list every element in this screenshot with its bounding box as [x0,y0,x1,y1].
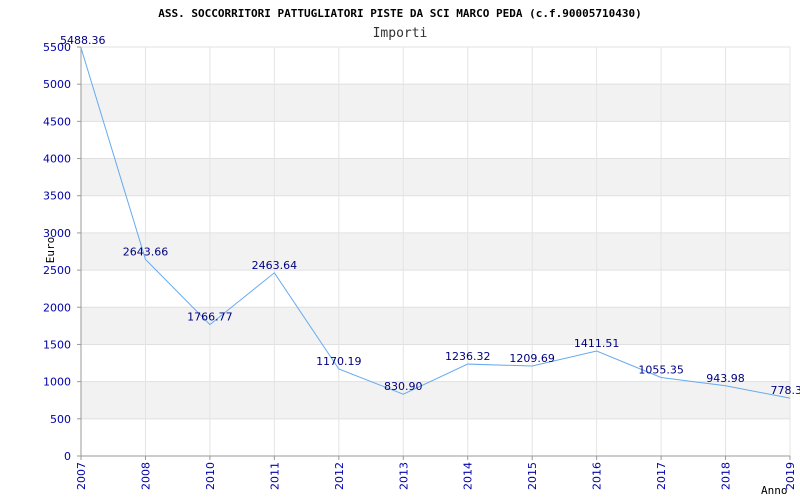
data-label: 1209.69 [509,352,555,365]
x-tick-label: 2008 [139,462,152,490]
y-tick-label: 1000 [43,376,71,389]
x-tick-label: 2007 [75,462,88,490]
grid-band [81,232,790,271]
data-label: 778.3 [771,384,800,397]
x-tick-label: 2010 [204,462,217,490]
data-label: 1170.19 [316,355,362,368]
y-tick-label: 5000 [43,78,71,91]
data-label: 2643.66 [123,245,169,258]
grid-band [81,84,790,122]
data-label: 830.90 [384,380,423,393]
y-tick-label: 500 [50,413,71,426]
x-tick-label: 2012 [333,462,346,490]
data-label: 1236.32 [445,350,491,363]
chart-subtitle: Importi [373,26,428,41]
grid-band [81,381,790,419]
y-tick-label: 4500 [43,115,71,128]
y-tick-label: 4000 [43,153,71,166]
data-label: 943.98 [706,372,745,385]
x-tick-label: 2013 [397,462,410,490]
x-tick-label: 2011 [268,462,281,490]
y-tick-label: 3500 [43,190,71,203]
data-label: 1055.35 [638,364,684,377]
data-label: 1411.51 [574,337,620,350]
x-axis-ticks: 2007 2008 2010 2011 2012 2013 2014 2015 2016 2017… [75,456,797,490]
data-label: 1766.77 [187,311,233,324]
grid-band [81,158,790,196]
y-tick-label: 2000 [43,301,71,314]
x-tick-label: 2016 [591,462,604,490]
x-tick-label: 2017 [655,462,668,490]
y-axis-label: Euro [44,237,57,264]
chart-title: ASS. SOCCORRITORI PATTUGLIATORI PISTE DA… [158,7,641,20]
line-chart: 0500100015002000250030003500400045005000… [43,7,800,497]
y-tick-label: 2500 [43,264,71,277]
x-tick-label: 2014 [462,462,475,490]
data-label: 2463.64 [252,259,298,272]
x-tick-label: 2018 [720,462,733,490]
x-tick-label: 2015 [526,462,539,490]
y-tick-label: 1500 [43,338,71,351]
y-tick-label: 0 [64,450,71,463]
x-axis-label: Anno [761,484,788,497]
data-label: 5488.36 [60,34,106,47]
